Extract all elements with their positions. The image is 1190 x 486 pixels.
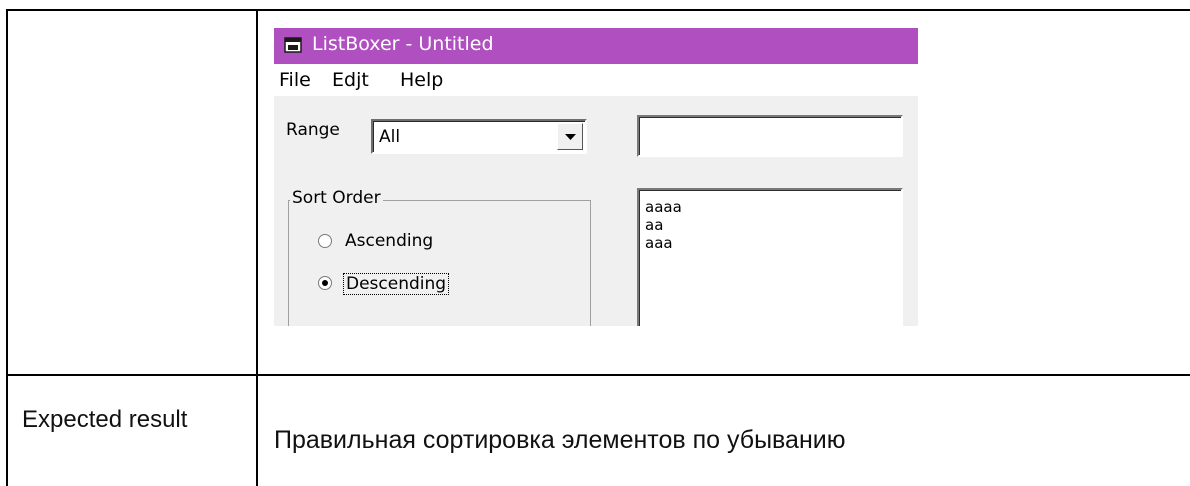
table-row-divider	[6, 374, 1190, 376]
list-item[interactable]: aa	[641, 216, 682, 234]
descending-radio[interactable]	[318, 276, 332, 290]
expected-result-label: Expected result	[22, 406, 188, 433]
table-column-divider	[256, 9, 258, 486]
window-title: ListBoxer - Untitled	[312, 33, 494, 55]
ascending-radio[interactable]	[318, 234, 332, 248]
menu-edit[interactable]: Edjt	[332, 69, 369, 91]
menu-bar: File Edjt Help	[274, 64, 918, 96]
ascending-label[interactable]: Ascending	[345, 231, 433, 251]
window-title-bar[interactable]: ListBoxer - Untitled	[274, 28, 918, 64]
chevron-down-icon	[565, 134, 576, 140]
radio-checked-dot	[322, 280, 328, 286]
range-selected-value: All	[379, 127, 401, 147]
range-label: Range	[286, 120, 340, 140]
menu-help[interactable]: Help	[400, 69, 443, 91]
listboxer-window-screenshot: ListBoxer - Untitled File Edjt Help Rang…	[274, 28, 918, 326]
app-window-icon	[284, 37, 302, 53]
items-listbox[interactable]: aaaa aa aaa	[637, 188, 903, 326]
sort-order-group	[288, 200, 591, 326]
test-case-table: ListBoxer - Untitled File Edjt Help Rang…	[0, 0, 1190, 486]
list-item[interactable]: aaaa	[641, 198, 682, 216]
sort-order-legend: Sort Order	[290, 188, 383, 208]
table-border-top	[6, 9, 1190, 11]
table-border-left	[6, 9, 8, 486]
range-dropdown-button[interactable]	[557, 123, 583, 150]
expected-result-value: Правильная сортировка элементов по убыва…	[274, 426, 846, 454]
descending-label[interactable]: Descending	[343, 273, 450, 295]
listbox-items: aaaa aa aaa	[641, 198, 682, 252]
range-combobox[interactable]: All	[371, 119, 587, 154]
item-input-field[interactable]	[637, 115, 903, 157]
list-item[interactable]: aaa	[641, 234, 682, 252]
menu-file[interactable]: File	[279, 69, 311, 91]
